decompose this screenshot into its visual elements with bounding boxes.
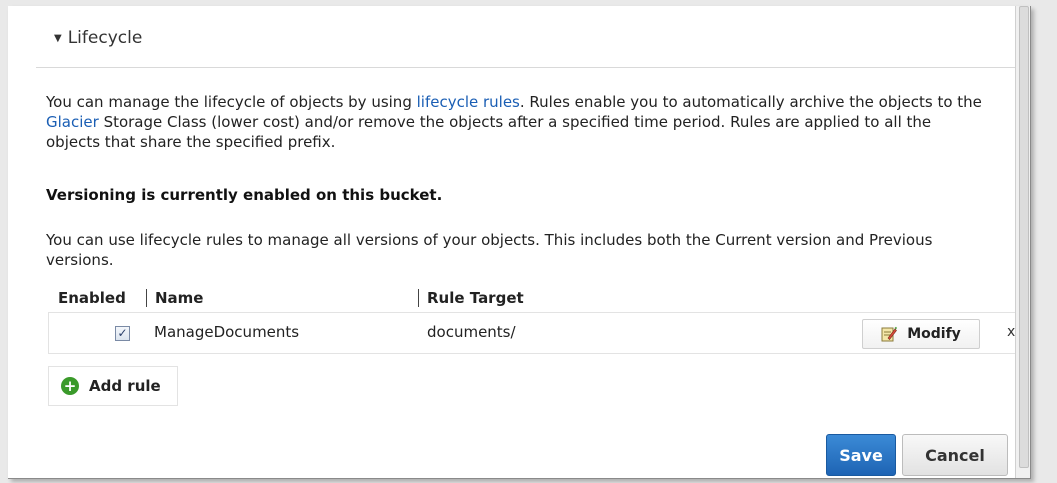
scrollbar-thumb[interactable] [1019,6,1029,468]
add-rule-button[interactable]: + Add rule [48,366,178,406]
edit-note-icon [881,326,898,342]
checkbox-checked-icon[interactable]: ✓ [115,326,130,341]
lifecycle-rules-link[interactable]: lifecycle rules [417,93,520,111]
intro-text-3: Storage Class (lower cost) and/or remove… [46,113,932,151]
rule-name: ManageDocuments [154,323,300,341]
modify-label: Modify [907,326,961,342]
intro-text-1: You can manage the lifecycle of objects … [46,93,417,111]
intro-paragraph: You can manage the lifecycle of objects … [46,92,986,152]
divider [36,67,1028,68]
save-button[interactable]: Save [826,434,896,476]
intro-text-2: . Rules enable you to automatically arch… [519,93,982,111]
versioning-notice: Versioning is currently enabled on this … [46,186,443,204]
add-rule-label: Add rule [89,377,161,395]
versioning-paragraph: You can use lifecycle rules to manage al… [46,231,933,269]
vertical-scrollbar[interactable] [1015,6,1030,478]
rule-target: documents/ [427,323,516,341]
column-header-name[interactable]: Name [146,289,203,307]
cancel-button[interactable]: Cancel [902,434,1008,476]
table-row: ✓ ManageDocuments documents/ Modify x [48,312,1027,354]
modify-button[interactable]: Modify [862,319,980,349]
plus-circle-icon: + [61,377,79,395]
column-header-rule-target[interactable]: Rule Target [418,289,524,307]
triangle-down-icon: ▼ [54,32,62,44]
rules-table-header: Enabled Name Rule Target [56,289,1026,311]
lifecycle-panel: ▼ Lifecycle You can manage the lifecycle… [8,6,1031,479]
section-title: Lifecycle [67,28,143,48]
glacier-link[interactable]: Glacier [46,113,99,131]
lifecycle-section-toggle[interactable]: ▼ Lifecycle [54,28,142,48]
column-header-enabled: Enabled [58,289,126,307]
